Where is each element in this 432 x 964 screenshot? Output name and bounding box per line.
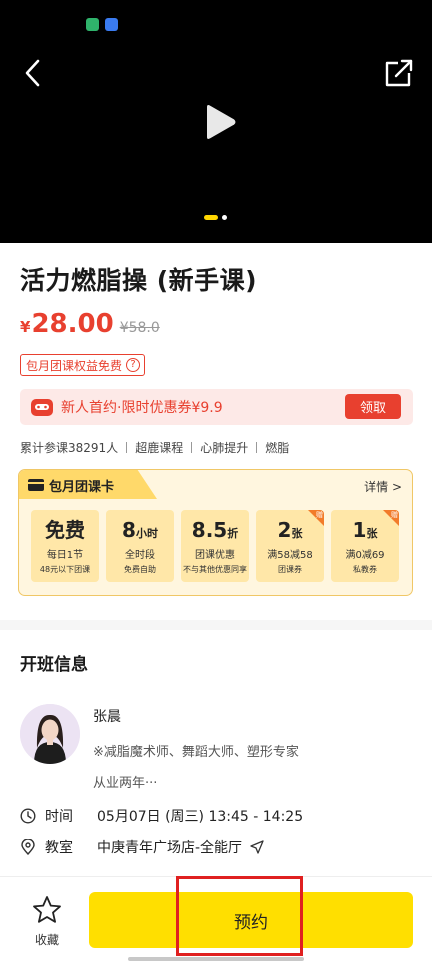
time-label: 时间 <box>45 809 73 825</box>
favorite-label: 收藏 <box>34 933 59 947</box>
benefit-line2: 48元以下团课 <box>39 565 91 574</box>
class-info-section: 开班信息 张晨 ※减脂魔术师、舞蹈大师、塑形专家 从业两年··· 时间 05月0… <box>0 630 432 880</box>
monthly-pass-card[interactable]: 包月团课卡 详情 > 免费 每日1节 48元以下团课 8小时 全时段 免费自助 … <box>18 469 413 596</box>
benefit-item: 8.5折 团课优惠 不与其他优惠同享 <box>181 510 249 582</box>
classroom-value: 中庚青年广场店-全能厅 <box>97 840 243 856</box>
coach-name: 张晨 <box>93 709 121 725</box>
carousel-dot-active <box>204 215 218 220</box>
benefit-line1: 每日1节 <box>46 550 84 561</box>
carousel-indicator <box>204 215 227 220</box>
chevron-left-icon <box>25 59 40 87</box>
benefit-tag-label: 包月团课权益免费 <box>26 358 123 373</box>
benefit-value: 8.5折 <box>191 518 239 542</box>
tag-divider <box>191 442 193 453</box>
navigate-icon[interactable] <box>250 840 264 854</box>
course-info-card: 活力燃脂操 (新手课) ¥ 28.00 ¥58.0 包月团课权益免费 ? 新人首… <box>0 243 432 620</box>
play-button[interactable] <box>203 104 237 140</box>
favorite-button[interactable]: 收藏 <box>22 895 72 948</box>
share-icon <box>385 59 413 87</box>
classroom-row: 教室 中庚青年广场店-全能厅 <box>20 837 264 857</box>
benefit-line1: 满0减69 <box>345 550 385 561</box>
price-currency: ¥ <box>20 318 31 336</box>
original-price: ¥58.0 <box>119 320 160 336</box>
benefit-line2: 私教券 <box>353 565 377 574</box>
course-tags: 累计参课38291人 超鹿课程 心肺提升 燃脂 <box>20 439 289 456</box>
back-button[interactable] <box>16 56 50 90</box>
benefit-line2: 团课券 <box>278 565 302 574</box>
location-pin-icon <box>21 839 35 855</box>
coach-experience: 从业两年··· <box>93 776 158 791</box>
monthly-pass-header: 包月团课卡 详情 > <box>19 470 412 499</box>
new-user-coupon-banner: 新人首约·限时优惠券¥9.9 领取 <box>20 389 413 425</box>
star-icon <box>33 896 61 923</box>
card-icon <box>28 479 44 491</box>
carousel-dot <box>222 215 227 220</box>
benefit-value: 1张 <box>352 518 378 542</box>
benefit-line1: 团课优惠 <box>195 550 235 561</box>
coach-avatar[interactable] <box>20 704 80 764</box>
benefit-line1: 全时段 <box>125 550 155 561</box>
benefit-list: 免费 每日1节 48元以下团课 8小时 全时段 免费自助 8.5折 团课优惠 不… <box>31 510 399 582</box>
app-notification-icon-2 <box>105 18 118 31</box>
membership-benefit-tag[interactable]: 包月团课权益免费 ? <box>20 354 146 376</box>
gift-corner-label: 赠 <box>316 511 323 519</box>
monthly-pass-title: 包月团课卡 <box>49 480 115 495</box>
course-title: 活力燃脂操 (新手课) <box>20 266 258 295</box>
coupon-text: 新人首约·限时优惠券¥9.9 <box>61 400 223 416</box>
benefit-item: 8小时 全时段 免费自助 <box>106 510 174 582</box>
benefit-value: 2张 <box>277 518 303 542</box>
coupon-mascot-icon <box>31 399 53 416</box>
claim-coupon-button[interactable]: 领取 <box>345 394 401 419</box>
class-time-row: 时间 05月07日 (周三) 13:45 - 14:25 <box>20 806 303 826</box>
benefit-value: 免费 <box>45 518 85 542</box>
home-indicator[interactable] <box>128 957 304 961</box>
benefit-line2: 不与其他优惠同享 <box>183 565 247 574</box>
current-price: 28.00 <box>31 309 114 339</box>
gift-corner-label: 赠 <box>391 511 398 519</box>
tag-item: 累计参课38291人 <box>20 441 119 455</box>
tag-item: 超鹿课程 <box>135 441 184 455</box>
share-button[interactable] <box>382 56 416 90</box>
clock-icon <box>20 808 36 824</box>
bottom-action-bar: 收藏 预约 <box>0 876 432 964</box>
play-icon <box>207 105 236 139</box>
video-player[interactable] <box>0 0 432 243</box>
benefit-item: 赠 1张 满0减69 私教券 <box>331 510 399 582</box>
tag-item: 心肺提升 <box>200 441 249 455</box>
book-button[interactable]: 预约 <box>89 892 413 948</box>
tag-item: 燃脂 <box>265 441 290 455</box>
monthly-pass-detail-link[interactable]: 详情 > <box>364 478 402 495</box>
question-icon[interactable]: ? <box>126 358 141 372</box>
benefit-item: 免费 每日1节 48元以下团课 <box>31 510 99 582</box>
price-row: ¥ 28.00 ¥58.0 <box>20 309 160 339</box>
tag-divider <box>126 442 128 453</box>
course-detail-page: 活力燃脂操 (新手课) ¥ 28.00 ¥58.0 包月团课权益免费 ? 新人首… <box>0 0 432 964</box>
benefit-line1: 满58减58 <box>267 550 313 561</box>
tag-divider <box>256 442 258 453</box>
section-title: 开班信息 <box>20 655 88 675</box>
benefit-line2: 免费自助 <box>124 565 156 574</box>
coach-titles: ※减脂魔术师、舞蹈大师、塑形专家 <box>93 745 299 760</box>
coach-portrait-image <box>20 704 80 764</box>
benefit-value: 8小时 <box>122 518 158 542</box>
classroom-label: 教室 <box>45 840 73 856</box>
app-notification-icon <box>86 18 99 31</box>
time-value: 05月07日 (周三) 13:45 - 14:25 <box>97 809 304 825</box>
status-bar-icons <box>86 18 118 31</box>
benefit-item: 赠 2张 满58减58 团课券 <box>256 510 324 582</box>
